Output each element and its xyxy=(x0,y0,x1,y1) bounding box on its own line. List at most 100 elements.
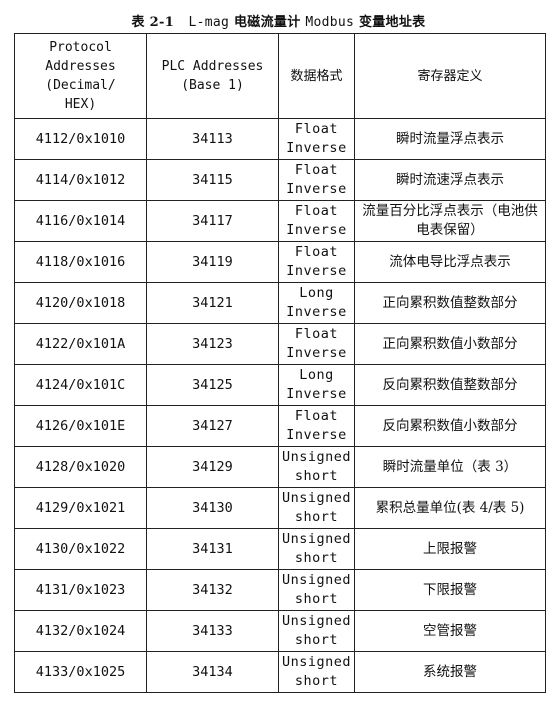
table-row: 4114/0x1012 34115 Float Inverse 瞬时流速浮点表示 xyxy=(14,159,546,201)
header-line: HEX) xyxy=(64,97,97,112)
modbus-address-table: Protocol Addresses (Decimal/ HEX) PLC Ad… xyxy=(14,33,546,693)
header-line: Protocol xyxy=(49,40,112,55)
data-format-line: Unsigned xyxy=(282,449,352,465)
plc-address-cell: 34133 xyxy=(146,610,279,652)
plc-address-cell: 34131 xyxy=(146,528,279,570)
data-format-cell: Float Inverse xyxy=(278,159,355,201)
protocol-address-cell: 4122/0x101A xyxy=(14,323,147,365)
header-line: 数据格式 xyxy=(290,68,343,84)
plc-address-cell: 34123 xyxy=(146,323,279,365)
register-definition-cell: 累积总量单位(表 4/表 5) xyxy=(354,487,546,529)
header-line: (Base 1) xyxy=(181,78,244,93)
data-format-line: short xyxy=(294,468,339,484)
data-format-line: short xyxy=(294,673,339,689)
table-row: 4124/0x101C 34125 Long Inverse 反向累积数值整数部分 xyxy=(14,364,546,406)
data-format-cell: Float Inverse xyxy=(278,118,355,160)
table-row: 4130/0x1022 34131 Unsigned short 上限报警 xyxy=(14,528,546,570)
data-format-line: Inverse xyxy=(286,386,347,402)
data-format-line: short xyxy=(294,509,339,525)
data-format-cell: Unsigned short xyxy=(278,569,355,611)
header-protocol-addresses: Protocol Addresses (Decimal/ HEX) xyxy=(14,33,147,119)
data-format-line: Unsigned xyxy=(282,572,352,588)
caption-suffix: 变量地址表 xyxy=(358,15,426,30)
table-body: 4112/0x1010 34113 Float Inverse 瞬时流量浮点表示 4114… xyxy=(14,118,546,693)
plc-address-cell: 34115 xyxy=(146,159,279,201)
table-row: 4120/0x1018 34121 Long Inverse 正向累积数值整数部分 xyxy=(14,282,546,324)
table-row: 4131/0x1023 34132 Unsigned short 下限报警 xyxy=(14,569,546,611)
table-row: 4129/0x1021 34130 Unsigned short 累积总量单位(表 4/… xyxy=(14,487,546,529)
table-row: 4126/0x101E 34127 Float Inverse 反向累积数值小数部分 xyxy=(14,405,546,447)
register-definition-cell: 上限报警 xyxy=(354,528,546,570)
caption-device-name: L-mag xyxy=(188,15,230,30)
data-format-cell: Unsigned short xyxy=(278,446,355,488)
data-format-cell: Unsigned short xyxy=(278,610,355,652)
data-format-line: Long xyxy=(299,367,334,383)
data-format-line: Unsigned xyxy=(282,531,352,547)
header-plc-addresses: PLC Addresses (Base 1) xyxy=(146,33,279,119)
register-definition-cell: 瞬时流量单位（表 3） xyxy=(354,446,546,488)
data-format-line: Float xyxy=(294,121,339,137)
plc-address-cell: 34121 xyxy=(146,282,279,324)
header-line: PLC Addresses xyxy=(161,59,264,74)
plc-address-cell: 34130 xyxy=(146,487,279,529)
data-format-line: Unsigned xyxy=(282,490,352,506)
data-format-cell: Float Inverse xyxy=(278,405,355,447)
header-register-definition: 寄存器定义 xyxy=(354,33,546,119)
data-format-line: short xyxy=(294,550,339,566)
data-format-line: short xyxy=(294,591,339,607)
data-format-line: Unsigned xyxy=(282,613,352,629)
plc-address-cell: 34117 xyxy=(146,200,279,242)
data-format-line: Float xyxy=(294,326,339,342)
caption-device-type: 电磁流量计 xyxy=(234,15,301,30)
register-definition-cell: 瞬时流量浮点表示 xyxy=(354,118,546,160)
data-format-line: Float xyxy=(294,408,339,424)
plc-address-cell: 34127 xyxy=(146,405,279,447)
protocol-address-cell: 4116/0x1014 xyxy=(14,200,147,242)
header-line: Addresses xyxy=(45,59,116,74)
data-format-cell: Unsigned short xyxy=(278,651,355,693)
data-format-line: Inverse xyxy=(286,181,347,197)
plc-address-cell: 34125 xyxy=(146,364,279,406)
register-definition-cell: 系统报警 xyxy=(354,651,546,693)
plc-address-cell: 34113 xyxy=(146,118,279,160)
data-format-line: short xyxy=(294,632,339,648)
table-row: 4132/0x1024 34133 Unsigned short 空管报警 xyxy=(14,610,546,652)
protocol-address-cell: 4118/0x1016 xyxy=(14,241,147,283)
register-definition-cell: 正向累积数值小数部分 xyxy=(354,323,546,365)
plc-address-cell: 34134 xyxy=(146,651,279,693)
protocol-address-cell: 4120/0x1018 xyxy=(14,282,147,324)
table-row: 4133/0x1025 34134 Unsigned short 系统报警 xyxy=(14,651,546,693)
data-format-line: Inverse xyxy=(286,427,347,443)
register-definition-cell: 正向累积数值整数部分 xyxy=(354,282,546,324)
header-data-format: 数据格式 xyxy=(278,33,355,119)
protocol-address-cell: 4114/0x1012 xyxy=(14,159,147,201)
data-format-line: Inverse xyxy=(286,304,347,320)
data-format-line: Float xyxy=(294,162,339,178)
register-definition-cell: 下限报警 xyxy=(354,569,546,611)
data-format-cell: Float Inverse xyxy=(278,200,355,242)
data-format-cell: Float Inverse xyxy=(278,241,355,283)
data-format-line: Unsigned xyxy=(282,654,352,670)
table-row: 4128/0x1020 34129 Unsigned short 瞬时流量单位（表 3） xyxy=(14,446,546,488)
data-format-line: Inverse xyxy=(286,222,347,238)
plc-address-cell: 34129 xyxy=(146,446,279,488)
table-header-row: Protocol Addresses (Decimal/ HEX) PLC Ad… xyxy=(14,33,546,119)
data-format-cell: Float Inverse xyxy=(278,323,355,365)
table-row: 4122/0x101A 34123 Float Inverse 正向累积数值小数部分 xyxy=(14,323,546,365)
protocol-address-cell: 4128/0x1020 xyxy=(14,446,147,488)
protocol-address-cell: 4124/0x101C xyxy=(14,364,147,406)
protocol-address-cell: 4131/0x1023 xyxy=(14,569,147,611)
data-format-line: Inverse xyxy=(286,140,347,156)
register-definition-cell: 空管报警 xyxy=(354,610,546,652)
register-definition-cell: 反向累积数值整数部分 xyxy=(354,364,546,406)
data-format-cell: Long Inverse xyxy=(278,282,355,324)
table-row: 4116/0x1014 34117 Float Inverse 流量百分比浮点表示（电池… xyxy=(14,200,546,242)
table-caption: 表 2-1 L-mag 电磁流量计 Modbus 变量地址表 xyxy=(0,11,557,30)
caption-prefix: 表 2-1 xyxy=(131,15,175,30)
plc-address-cell: 34132 xyxy=(146,569,279,611)
protocol-address-cell: 4132/0x1024 xyxy=(14,610,147,652)
data-format-cell: Long Inverse xyxy=(278,364,355,406)
caption-protocol: Modbus xyxy=(305,15,355,30)
header-line: 寄存器定义 xyxy=(417,68,483,84)
register-definition-cell: 瞬时流速浮点表示 xyxy=(354,159,546,201)
